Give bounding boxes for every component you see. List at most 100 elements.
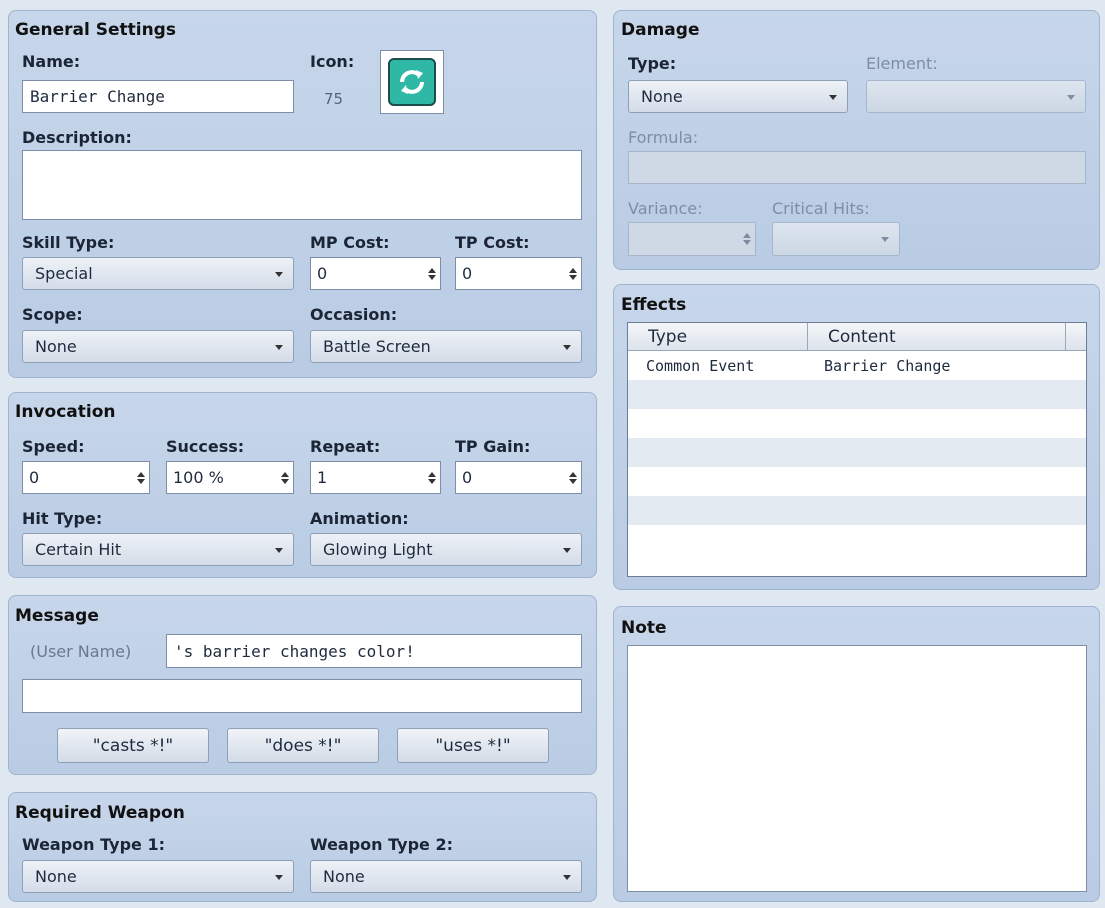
scope-value: None	[35, 337, 77, 356]
effect-type-cell: Common Event	[646, 356, 755, 375]
general-settings-title: General Settings	[15, 20, 176, 40]
repeat-stepper[interactable]: 1	[310, 461, 441, 494]
message-line2-field[interactable]	[22, 679, 582, 713]
chevron-down-icon	[563, 547, 571, 553]
weapon-type2-value: None	[323, 867, 365, 886]
table-row[interactable]	[628, 525, 1086, 554]
variance-label: Variance:	[628, 199, 703, 218]
table-row[interactable]	[628, 380, 1086, 409]
effects-table[interactable]: Type Content Common Event Barrier Change	[627, 322, 1087, 577]
weapon-type1-value: None	[35, 867, 77, 886]
description-field[interactable]	[22, 150, 582, 220]
animation-value: Glowing Light	[323, 540, 433, 559]
critical-hits-select[interactable]	[772, 222, 900, 256]
chevron-down-icon	[829, 94, 837, 100]
effects-table-header: Type Content	[628, 323, 1086, 351]
speed-label: Speed:	[22, 437, 85, 456]
speed-stepper[interactable]: 0	[22, 461, 150, 494]
skill-type-select[interactable]: Special	[22, 257, 294, 290]
critical-hits-label: Critical Hits:	[772, 199, 870, 218]
note-field[interactable]	[627, 645, 1087, 892]
table-row[interactable]	[628, 467, 1086, 496]
damage-type-label: Type:	[628, 54, 677, 73]
effect-content-cell: Barrier Change	[824, 356, 951, 375]
formula-field[interactable]	[628, 151, 1086, 184]
icon-label: Icon:	[310, 52, 355, 71]
name-field[interactable]: Barrier Change	[22, 80, 294, 113]
chevron-down-icon	[275, 874, 283, 880]
element-label: Element:	[866, 54, 938, 73]
repeat-value: 1	[317, 468, 328, 487]
spin-arrows-icon[interactable]	[569, 267, 577, 280]
name-label: Name:	[22, 52, 81, 71]
damage-type-select[interactable]: None	[628, 80, 848, 113]
chevron-down-icon	[563, 874, 571, 880]
icon-index: 75	[324, 90, 344, 108]
invocation-title: Invocation	[15, 402, 116, 422]
table-row[interactable]	[628, 438, 1086, 467]
chevron-down-icon	[1067, 94, 1075, 100]
speed-value: 0	[29, 468, 40, 487]
spin-arrows-icon[interactable]	[281, 471, 289, 484]
chevron-down-icon	[275, 344, 283, 350]
chevron-down-icon	[881, 237, 889, 242]
hit-type-select[interactable]: Certain Hit	[22, 533, 294, 566]
effects-title: Effects	[621, 295, 687, 315]
damage-title: Damage	[621, 20, 700, 40]
element-select[interactable]	[866, 80, 1086, 113]
spin-arrows-icon[interactable]	[137, 471, 145, 484]
col-type-header[interactable]: Type	[628, 323, 808, 350]
col-content-header[interactable]: Content	[808, 323, 1066, 350]
message-line1-field[interactable]: 's barrier changes color!	[166, 634, 582, 668]
animation-label: Animation:	[310, 509, 409, 528]
occasion-select[interactable]: Battle Screen	[310, 330, 582, 363]
tp-gain-value: 0	[462, 468, 473, 487]
damage-type-value: None	[641, 87, 683, 106]
weapon-type2-label: Weapon Type 2:	[310, 835, 453, 854]
casts-button[interactable]: "casts *!"	[57, 728, 209, 763]
icon-picker[interactable]	[380, 50, 444, 114]
tp-gain-stepper[interactable]: 0	[455, 461, 582, 494]
tp-cost-stepper[interactable]: 0	[455, 257, 582, 290]
mp-cost-label: MP Cost:	[310, 233, 390, 252]
success-label: Success:	[166, 437, 245, 456]
hit-type-value: Certain Hit	[35, 540, 122, 559]
mp-cost-value: 0	[317, 264, 328, 283]
refresh-arrows-icon	[388, 58, 436, 106]
mp-cost-stepper[interactable]: 0	[310, 257, 441, 290]
description-label: Description:	[22, 128, 132, 147]
table-row[interactable]: Common Event Barrier Change	[628, 351, 1086, 380]
does-button[interactable]: "does *!"	[227, 728, 379, 763]
animation-select[interactable]: Glowing Light	[310, 533, 582, 566]
note-title: Note	[621, 618, 667, 638]
table-row[interactable]	[628, 409, 1086, 438]
weapon-type2-select[interactable]: None	[310, 860, 582, 893]
chevron-down-icon	[275, 271, 283, 277]
occasion-label: Occasion:	[310, 305, 398, 324]
success-value: 100 %	[173, 468, 224, 487]
skill-type-value: Special	[35, 264, 93, 283]
skill-type-label: Skill Type:	[22, 233, 115, 252]
spin-arrows-icon[interactable]	[428, 471, 436, 484]
scope-select[interactable]: None	[22, 330, 294, 363]
tp-cost-value: 0	[462, 264, 473, 283]
variance-stepper[interactable]	[628, 222, 756, 256]
spin-arrows-icon[interactable]	[743, 233, 751, 245]
weapon-type1-label: Weapon Type 1:	[22, 835, 165, 854]
message-title: Message	[15, 606, 99, 626]
user-name-label: (User Name)	[30, 642, 132, 661]
table-row[interactable]	[628, 496, 1086, 525]
success-stepper[interactable]: 100 %	[166, 461, 294, 494]
weapon-type1-select[interactable]: None	[22, 860, 294, 893]
repeat-label: Repeat:	[310, 437, 381, 456]
spin-arrows-icon[interactable]	[428, 267, 436, 280]
tp-gain-label: TP Gain:	[455, 437, 531, 456]
uses-button[interactable]: "uses *!"	[397, 728, 549, 763]
occasion-value: Battle Screen	[323, 337, 431, 356]
hit-type-label: Hit Type:	[22, 509, 103, 528]
spin-arrows-icon[interactable]	[569, 471, 577, 484]
chevron-down-icon	[563, 344, 571, 350]
chevron-down-icon	[275, 547, 283, 553]
formula-label: Formula:	[628, 128, 699, 147]
scope-label: Scope:	[22, 305, 83, 324]
